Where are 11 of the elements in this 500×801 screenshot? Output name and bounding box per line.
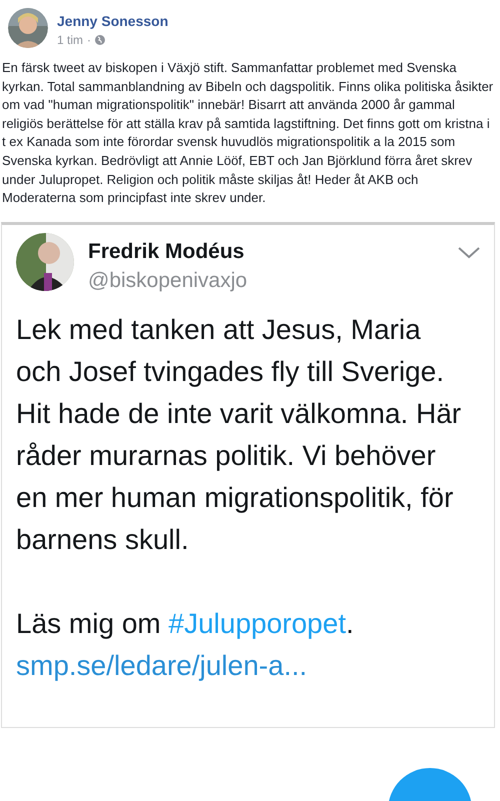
tweet-handle: @biskopenivaxjo [88, 268, 248, 294]
tweet-avatar [16, 232, 74, 291]
globe-icon [95, 35, 106, 45]
tweet-author: Fredrik Modéus [88, 238, 246, 265]
separator: · [87, 32, 92, 48]
avatar[interactable] [8, 8, 48, 48]
tweet-text: Lek med tanken att Jesus, Maria och Josef tvingades fly till Sverige. Hit hade de inte varit välkomna. Här råder murarnas politik. Vi behöver en mer human migrationspolitik, för barnens skull. [15, 312, 462, 557]
tweet-read-line: Läs mig om #Julupporopet. [15, 606, 355, 641]
post-text: En färsk tweet av biskopen i Växjö stift. Sammanfattar problemet med Svenska kyrkan. Total sammanblandning av Bibeln och dagspolitik. Finns olika politiska åsikter om vad "human migrationspolitik" innebär! Bisarrt att använda 2000 år gammal religiös berättelse för att ställa krav på samtida lagstiftning. Det finns gott om kristna i t ex Kanada som inte förordar svensk huvudlös migrationspolitik a la 2015 som Svenska kyrkan. Bedrövligt att Annie Lööf, EBT och Jan Björklund förra året skrev under Julupropet. Religion och politik måste skiljas åt! Heder åt AKB och Moderaterna som principfast inte skrev under. [1, 59, 494, 208]
chevron-down-icon [458, 246, 480, 259]
author-name[interactable]: Jenny Sonesson [57, 12, 168, 30]
